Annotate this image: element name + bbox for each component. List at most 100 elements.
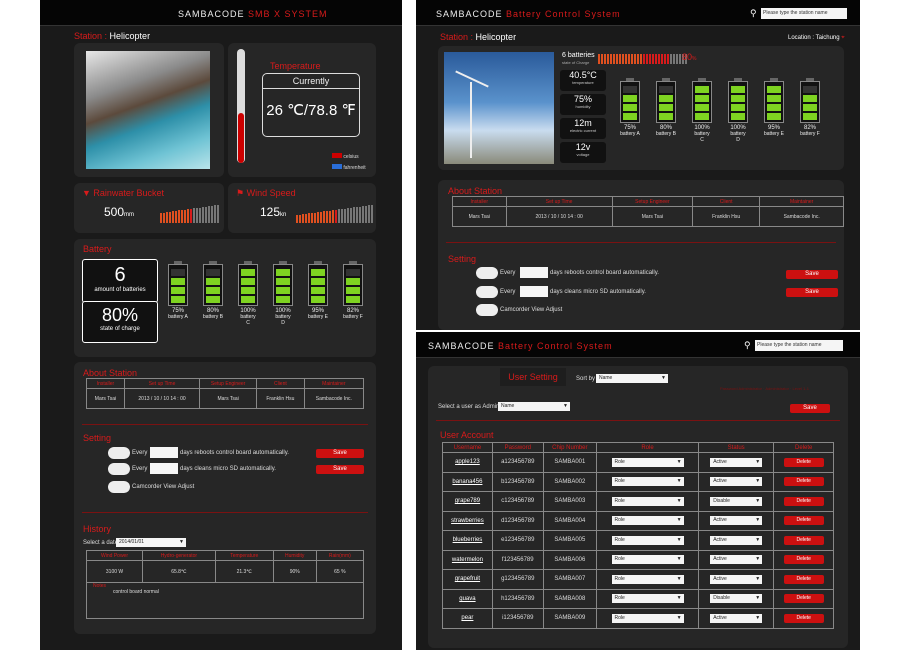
- delete-button[interactable]: Delete: [783, 457, 824, 467]
- rt-camcorder-toggle[interactable]: [476, 304, 498, 316]
- rt-reboot-toggle[interactable]: [476, 267, 498, 279]
- about-cell: 2013 / 10 / 10 14 : 00: [123, 388, 201, 409]
- sort-select[interactable]: Name: [596, 374, 668, 383]
- username-cell[interactable]: strawberries: [442, 510, 493, 531]
- username-cell[interactable]: grapefruit: [442, 569, 493, 590]
- battery-segment: [346, 287, 360, 294]
- gauge-bar: [610, 54, 612, 64]
- gauge-bar: [371, 205, 373, 223]
- gauge-bar: [670, 54, 672, 64]
- status-cell: Active: [697, 549, 775, 570]
- wind-value: 125kn: [260, 205, 287, 219]
- role-select[interactable]: Role: [611, 496, 684, 506]
- rt-cleansd-days-input[interactable]: [520, 286, 548, 297]
- about-title: About Station: [83, 368, 138, 378]
- username-cell[interactable]: guava: [442, 588, 493, 609]
- status-select[interactable]: Active: [710, 457, 763, 467]
- rt-brand: SAMBACODE Battery Control System: [436, 9, 621, 19]
- battery-segment: [311, 278, 325, 285]
- cleansd-save-button[interactable]: Save: [316, 465, 364, 474]
- delete-button[interactable]: Delete: [783, 613, 824, 623]
- gauge-bar: [326, 211, 328, 223]
- delete-button[interactable]: Delete: [783, 477, 824, 487]
- username-cell[interactable]: watermelon: [442, 549, 493, 570]
- role-select[interactable]: Role: [611, 535, 684, 545]
- about-cell: Mars Tsai: [199, 388, 258, 409]
- status-select[interactable]: Active: [710, 535, 763, 545]
- rt-cleansd-save-button[interactable]: Save: [786, 288, 838, 297]
- delete-button[interactable]: Delete: [783, 574, 824, 584]
- delete-button[interactable]: Delete: [783, 496, 824, 506]
- battery-segment: [695, 113, 709, 120]
- status-select[interactable]: Active: [710, 516, 763, 526]
- username-cell[interactable]: banana456: [442, 471, 493, 492]
- stat-value: 75%: [573, 94, 592, 104]
- role-select[interactable]: Role: [611, 516, 684, 526]
- accounts-header: Username: [442, 442, 493, 453]
- chip-cell: SAMBA005: [542, 530, 598, 551]
- role-select[interactable]: Role: [611, 555, 684, 565]
- status-select[interactable]: Disable: [710, 496, 763, 506]
- right-bottom-screen: SAMBACODE Battery Control System ⚲ Pleas…: [416, 332, 860, 650]
- search-icon[interactable]: ⚲: [750, 8, 757, 19]
- cleansd-toggle[interactable]: [108, 463, 130, 475]
- date-select[interactable]: 2014/01/01: [116, 538, 186, 547]
- role-cell: Role: [596, 588, 699, 609]
- notes-cell: Notes control board normal: [86, 582, 364, 619]
- rb-search-input[interactable]: Please type the station name: [755, 340, 843, 351]
- rt-reboot-save-button[interactable]: Save: [786, 270, 838, 279]
- delete-cell: Delete: [773, 608, 834, 629]
- rt-search-input[interactable]: Please type the station name: [761, 8, 847, 19]
- rt-reboot-days-input[interactable]: [520, 267, 548, 278]
- status-select[interactable]: Disable: [710, 594, 763, 604]
- chip-cell: SAMBA002: [542, 471, 598, 492]
- station-photo: [86, 51, 210, 169]
- battery-segment: [171, 287, 185, 294]
- battery-name: battery A: [168, 314, 188, 320]
- gauge-bar: [622, 54, 624, 64]
- reboot-days-input[interactable]: [150, 447, 178, 458]
- delete-button[interactable]: Delete: [783, 516, 824, 526]
- history-header: Humidity: [272, 550, 317, 561]
- admin-save-button[interactable]: Save: [790, 404, 830, 413]
- username-cell[interactable]: grape789: [442, 491, 493, 512]
- role-select[interactable]: Role: [611, 457, 684, 467]
- gauge-bar: [607, 54, 609, 64]
- delete-button[interactable]: Delete: [783, 555, 824, 565]
- divider: [82, 512, 368, 513]
- search-icon[interactable]: ⚲: [744, 340, 751, 351]
- charge-box: 80% state of charge: [82, 301, 158, 343]
- reboot-toggle[interactable]: [108, 447, 130, 459]
- user-setting-tab[interactable]: User Setting: [500, 368, 566, 386]
- table-row: banana456b123456789SAMBA002 Role Active Del…: [442, 471, 834, 492]
- status-select[interactable]: Active: [710, 477, 763, 487]
- gauge-bar: [305, 213, 307, 223]
- rt-cleansd-toggle[interactable]: [476, 286, 498, 298]
- role-select[interactable]: Role: [611, 594, 684, 604]
- gauge-bar: [187, 209, 189, 223]
- gauge-bar: [166, 212, 168, 223]
- delete-button[interactable]: Delete: [783, 594, 824, 604]
- username-cell[interactable]: blueberries: [442, 530, 493, 551]
- delete-cell: Delete: [773, 530, 834, 551]
- delete-cell: Delete: [773, 549, 834, 570]
- role-select[interactable]: Role: [611, 574, 684, 584]
- admin-select[interactable]: Name: [498, 402, 570, 411]
- every-label: Every: [132, 450, 148, 456]
- delete-cell: Delete: [773, 510, 834, 531]
- reboot-save-button[interactable]: Save: [316, 449, 364, 458]
- status-select[interactable]: Active: [710, 555, 763, 565]
- stat-label: temperature: [572, 80, 594, 85]
- role-select[interactable]: Role: [611, 477, 684, 487]
- username-cell[interactable]: pear: [442, 608, 493, 629]
- username-cell[interactable]: apple123: [442, 452, 493, 473]
- camcorder-toggle[interactable]: [108, 481, 130, 493]
- role-select[interactable]: Role: [611, 613, 684, 623]
- status-select[interactable]: Active: [710, 613, 763, 623]
- cleansd-days-input[interactable]: [150, 463, 178, 474]
- chip-cell: SAMBA003: [542, 491, 598, 512]
- every-label: Every: [500, 289, 516, 295]
- accounts-header: Chip Number: [542, 442, 598, 453]
- status-select[interactable]: Active: [710, 574, 763, 584]
- delete-button[interactable]: Delete: [783, 535, 824, 545]
